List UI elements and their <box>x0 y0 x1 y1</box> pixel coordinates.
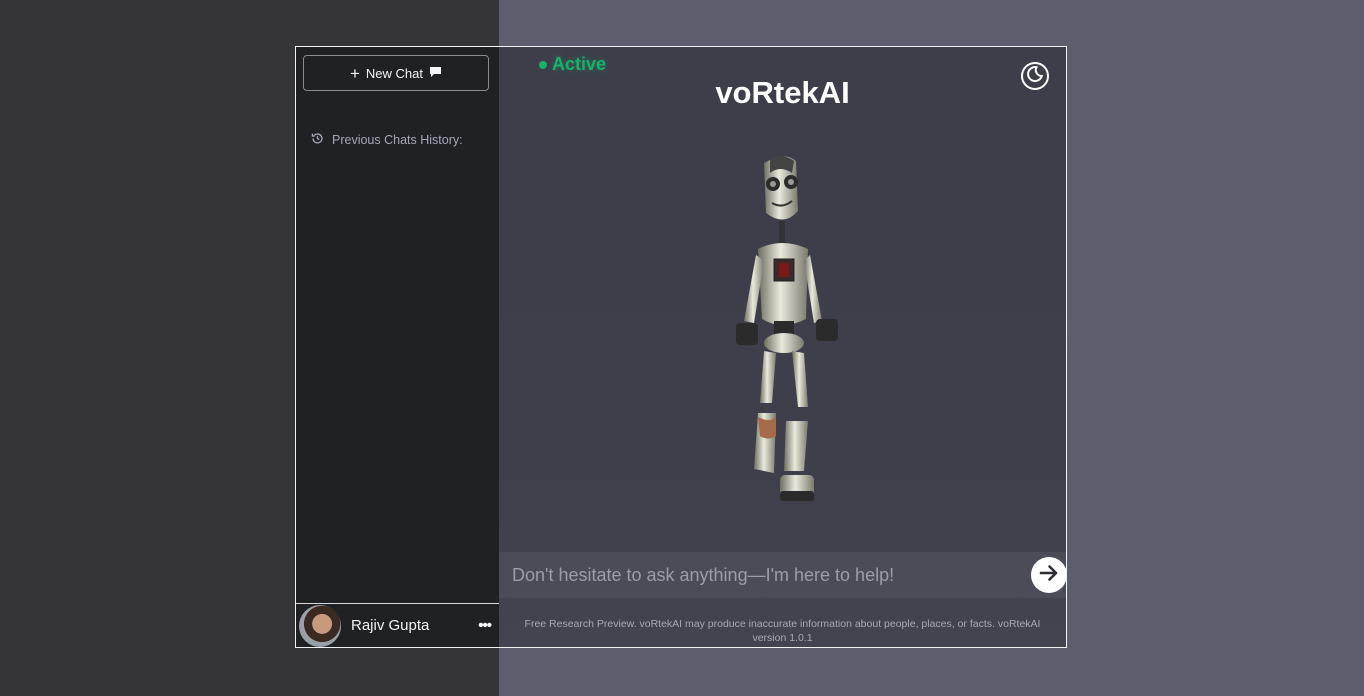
plus-icon: + <box>349 63 360 83</box>
send-button[interactable] <box>1031 557 1066 593</box>
arrow-right-icon <box>1038 562 1060 589</box>
status-dot <box>539 60 547 69</box>
moon-icon <box>1026 65 1044 88</box>
chat-input-bar <box>499 552 1066 598</box>
chat-bubble-icon <box>429 66 442 81</box>
app-frame: + New Chat Previous Chats History: Rajiv… <box>295 46 1067 648</box>
chat-input[interactable] <box>499 563 1024 587</box>
avatar[interactable] <box>299 604 341 647</box>
sidebar: + New Chat Previous Chats History: Rajiv… <box>296 47 500 647</box>
user-profile-row[interactable]: Rajiv Gupta ••• <box>296 603 499 647</box>
theme-toggle-button[interactable] <box>1021 62 1049 90</box>
history-header: Previous Chats History: <box>311 132 463 148</box>
new-chat-button[interactable]: + New Chat <box>303 55 489 91</box>
disclaimer-text: Free Research Preview. voRtekAI may prod… <box>524 618 1041 644</box>
status-label: Active <box>552 54 607 74</box>
user-name: Rajiv Gupta <box>351 617 430 634</box>
page-title: voRtekAI <box>715 75 850 110</box>
new-chat-label: New Chat <box>365 65 423 81</box>
robot-illustration <box>724 151 844 516</box>
status-badge: Active <box>539 54 606 75</box>
history-icon <box>311 132 324 148</box>
history-label: Previous Chats History: <box>332 133 463 147</box>
chat-main: Active voRtekAI Don't hesitate to ask an… <box>499 47 1066 647</box>
ellipsis-icon[interactable]: ••• <box>478 617 492 634</box>
